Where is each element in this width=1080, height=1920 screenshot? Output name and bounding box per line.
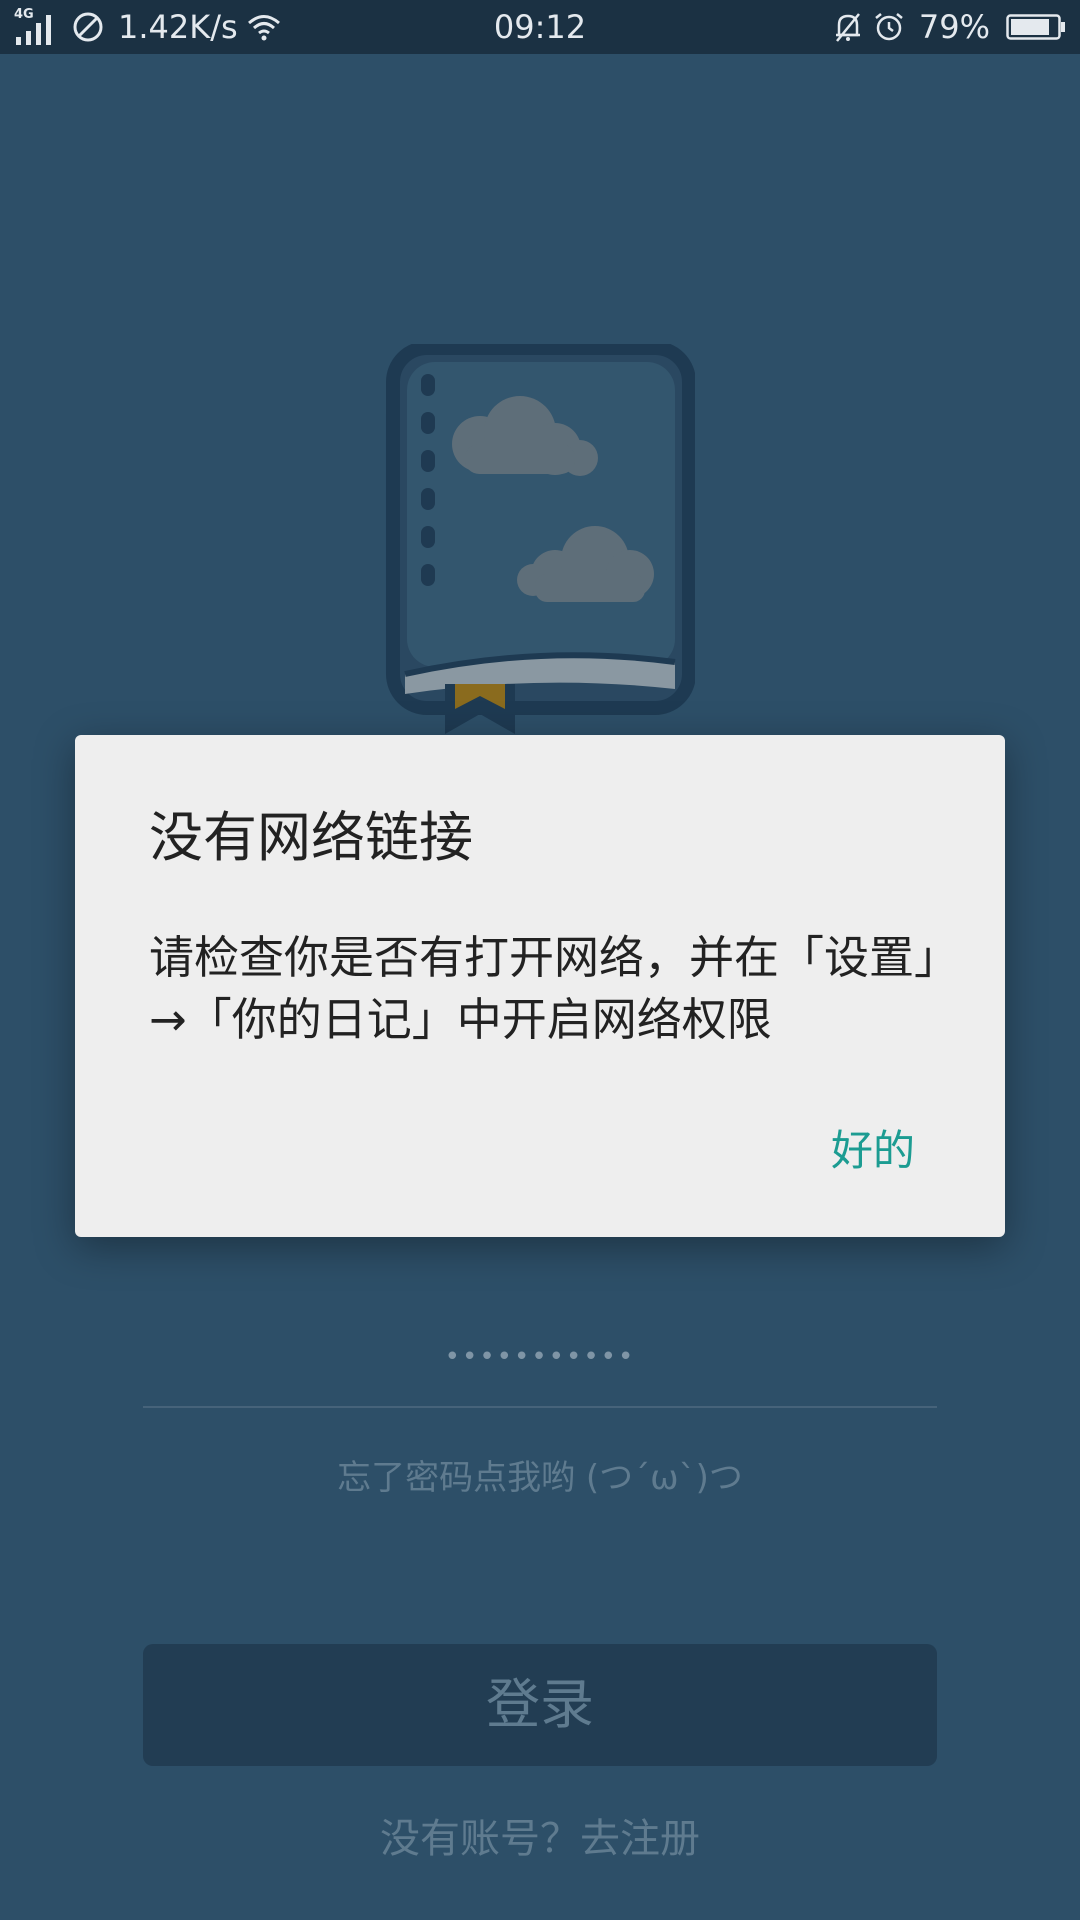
status-bar: 4G 1.42K/s 09:12 79% xyxy=(0,0,1080,54)
muted-bell-icon xyxy=(833,11,863,43)
login-button[interactable]: 登录 xyxy=(143,1644,937,1766)
battery-percent: 79% xyxy=(918,8,990,46)
register-link[interactable]: 没有账号？去注册 xyxy=(0,1806,1080,1864)
battery-icon xyxy=(1006,12,1066,42)
password-underline xyxy=(143,1406,937,1408)
no-network-dialog: 没有网络链接 请检查你是否有打开网络，并在「设置」→「你的日记」中开启网络权限 … xyxy=(75,735,1005,1237)
dialog-title: 没有网络链接 xyxy=(149,806,473,869)
forgot-password-link[interactable]: 忘了密码点我哟 (つ´ω`)つ xyxy=(0,1450,1080,1499)
dialog-message: 请检查你是否有打开网络，并在「设置」→「你的日记」中开启网络权限 xyxy=(149,931,937,1046)
alarm-icon xyxy=(873,11,905,43)
diary-book-logo xyxy=(385,341,696,738)
ok-button[interactable]: 好的 xyxy=(831,1117,915,1178)
password-field[interactable]: ••••••••••• xyxy=(0,1342,1080,1372)
